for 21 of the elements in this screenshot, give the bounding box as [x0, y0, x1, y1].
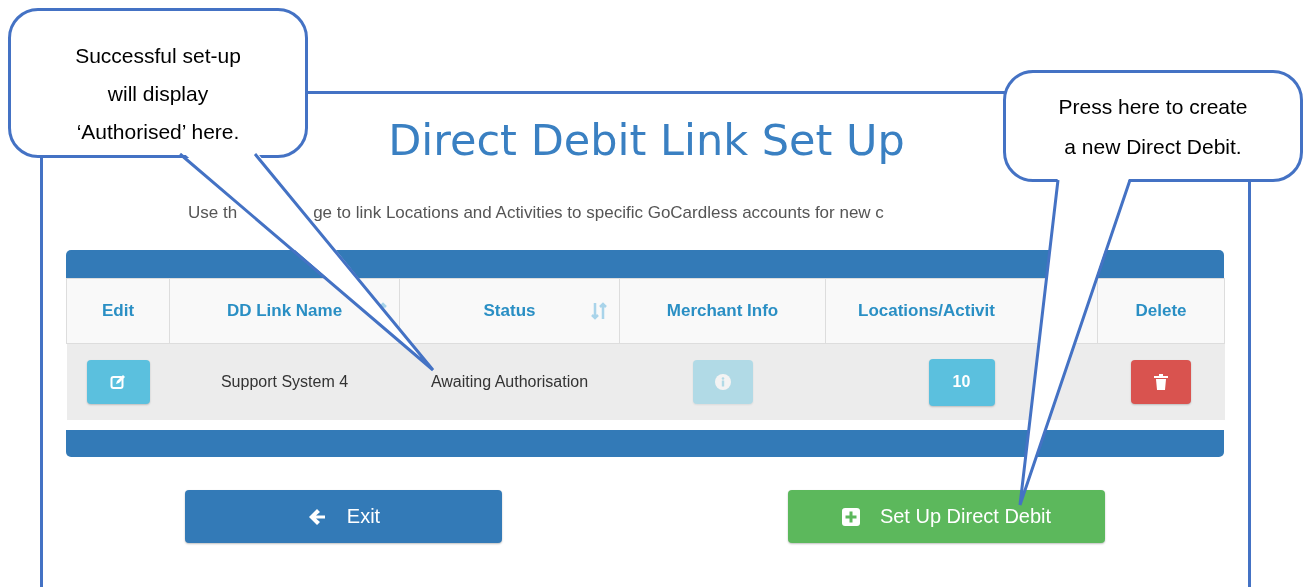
column-header: Merchant Info	[619, 278, 826, 344]
delete-button[interactable]	[1131, 360, 1191, 404]
column-header: Edit	[66, 278, 170, 344]
trash-icon	[1154, 374, 1168, 390]
table-cell: Awaiting Authorisation	[399, 343, 620, 420]
page-description: Use th	[188, 203, 238, 223]
page-description: ge to link Locations and Activities to specific GoCardless accounts for new c	[313, 203, 884, 223]
info-icon	[714, 374, 731, 390]
callout-bubble: Successful set-up will display ‘Authorised’ here.	[8, 8, 308, 158]
exit-button[interactable]: Exit	[185, 490, 502, 543]
plus-square-icon	[841, 507, 860, 526]
table-cell: Support System 4	[169, 343, 400, 420]
sort-icon	[591, 302, 607, 320]
page-title: Direct Debit Link Set Up	[388, 114, 905, 166]
count-button[interactable]: 10	[928, 358, 995, 406]
set-up-button[interactable]: Set Up Direct Debit	[788, 490, 1105, 543]
column-header: Delete	[1097, 278, 1225, 344]
callout-bubble: Press here to create a new Direct Debit.	[1003, 70, 1303, 182]
edit-button[interactable]	[86, 360, 150, 404]
edit-icon	[110, 374, 126, 390]
column-header[interactable]: Status	[399, 278, 620, 344]
